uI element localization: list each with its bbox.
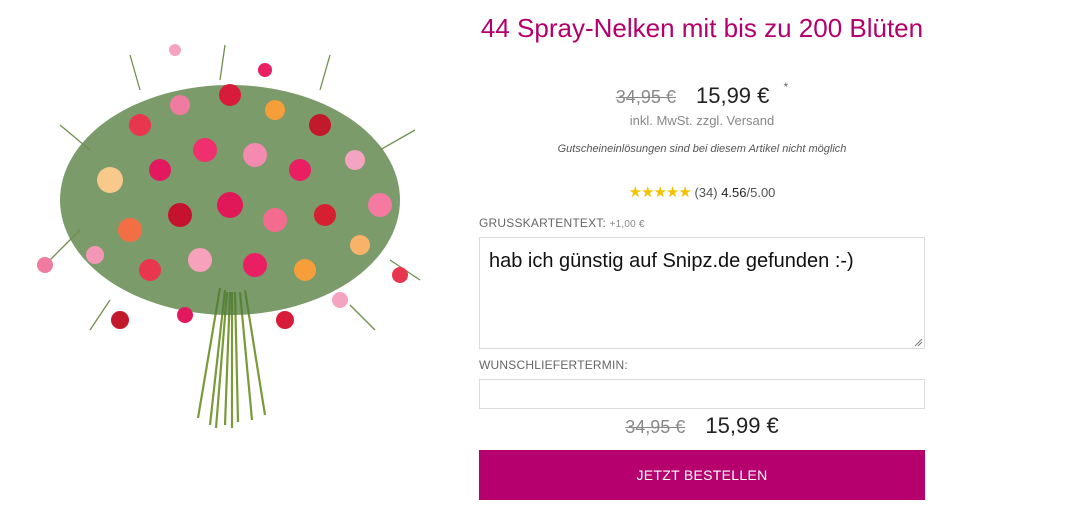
summary-current-price: 15,99 € [705, 413, 779, 438]
resize-grip-icon[interactable] [913, 337, 923, 347]
summary-price-block: 34,95 € 15,99 € [479, 412, 925, 441]
greeting-card-label: GRUSSKARTENTEXT: +1,00 € [479, 216, 645, 230]
price-footnote-marker: * [783, 80, 789, 94]
current-price: 15,99 € [695, 83, 770, 108]
voucher-note: Gutscheineinlösungen sind bei diesem Art… [557, 143, 847, 155]
vat-note: inkl. MwSt. zzgl. Versand [629, 113, 775, 128]
rating-count[interactable]: (34) [694, 185, 717, 200]
greeting-card-label-text: GRUSSKARTENTEXT: [479, 216, 607, 230]
price-block: 34,95 € 15,99 € * [479, 80, 925, 113]
rating-stars-icon: ★★★★★ [628, 184, 692, 201]
product-title: 44 Spray-Nelken mit bis zu 200 Blüten [480, 13, 924, 43]
greeting-card-textarea[interactable]: hab ich günstig auf Snipz.de gefunden :-… [479, 237, 925, 349]
rating-score: 4.56 [721, 185, 747, 200]
delivery-date-input[interactable] [479, 379, 925, 409]
old-price: 34,95 € [615, 87, 676, 107]
order-now-button[interactable]: JETZT BESTELLEN [479, 450, 925, 500]
summary-old-price: 34,95 € [625, 417, 686, 437]
delivery-date-label: WUNSCHLIEFERTERMIN: [479, 358, 628, 372]
rating-row[interactable]: ★★★★★ (34) 4.56/5.00 [479, 183, 925, 201]
rating-max: /5.00 [746, 185, 776, 200]
greeting-card-surcharge: +1,00 € [609, 219, 645, 230]
carnation-bouquet-image [37, 44, 421, 429]
product-image [20, 30, 440, 430]
